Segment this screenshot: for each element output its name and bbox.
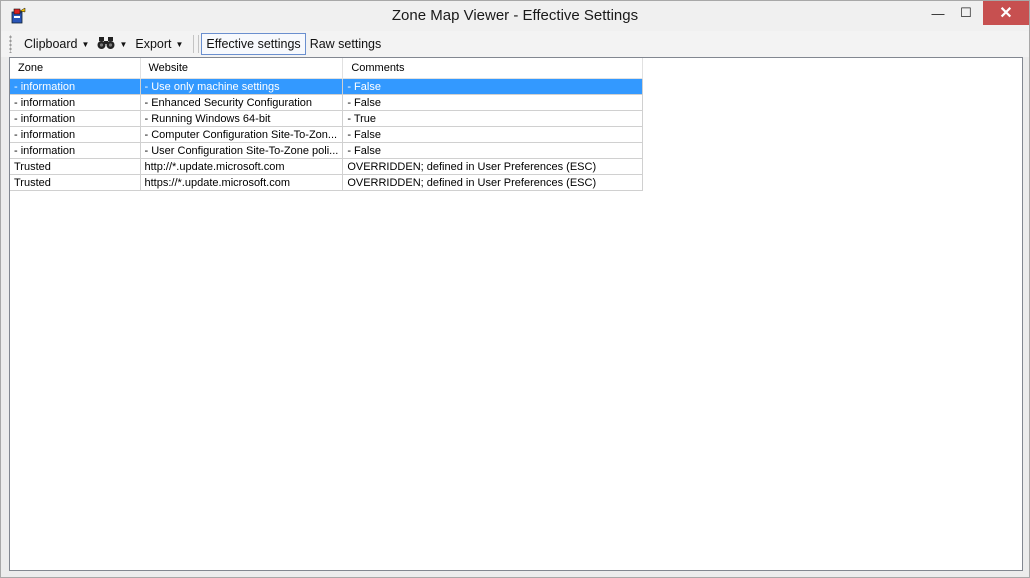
minimize-button[interactable]: — bbox=[923, 1, 953, 25]
table-row[interactable]: Trusted https://*.update.microsoft.com O… bbox=[10, 174, 644, 191]
export-dropdown-button[interactable]: Export ▼ bbox=[131, 34, 187, 54]
zone-cell: Trusted bbox=[10, 158, 141, 175]
table-row[interactable]: - information - Running Windows 64-bit -… bbox=[10, 110, 644, 127]
zone-cell: - information bbox=[10, 142, 141, 159]
table-row[interactable]: - information - Computer Configuration S… bbox=[10, 126, 644, 143]
toolbar: Clipboard ▼ ▼ Export ▼ Effective setting… bbox=[1, 31, 1029, 57]
toolbar-separator bbox=[198, 35, 200, 53]
settings-list-view[interactable]: Zone Website Comments - information - Us… bbox=[9, 57, 1023, 571]
comments-cell: - False bbox=[342, 126, 644, 143]
effective-settings-button[interactable]: Effective settings bbox=[201, 33, 306, 55]
zone-cell: - information bbox=[10, 78, 141, 95]
clipboard-label: Clipboard bbox=[24, 37, 78, 51]
column-header-zone[interactable]: Zone bbox=[10, 58, 141, 79]
comments-cell: - True bbox=[342, 110, 644, 127]
raw-settings-button[interactable]: Raw settings bbox=[306, 34, 386, 54]
zone-cell: - information bbox=[10, 110, 141, 127]
chevron-down-icon: ▼ bbox=[119, 39, 128, 49]
comments-cell: OVERRIDDEN; defined in User Preferences … bbox=[342, 174, 644, 191]
title-bar[interactable]: Zone Map Viewer - Effective Settings — ☐… bbox=[1, 1, 1029, 31]
zone-cell: - information bbox=[10, 126, 141, 143]
window-title: Zone Map Viewer - Effective Settings bbox=[391, 7, 639, 24]
comments-cell: - False bbox=[342, 142, 644, 159]
table-header-row: Zone Website Comments bbox=[10, 58, 644, 79]
find-dropdown-button[interactable]: ▼ bbox=[93, 34, 131, 54]
export-label: Export bbox=[135, 37, 172, 51]
close-button[interactable]: ✕ bbox=[983, 1, 1029, 25]
zone-cell: Trusted bbox=[10, 174, 141, 191]
chevron-down-icon: ▼ bbox=[81, 39, 90, 49]
table-row[interactable]: - information - Use only machine setting… bbox=[10, 78, 644, 95]
toolbar-grip[interactable] bbox=[9, 35, 12, 53]
zone-cell: - information bbox=[10, 94, 141, 111]
website-cell: - User Configuration Site-To-Zone poli..… bbox=[140, 142, 344, 159]
chevron-down-icon: ▼ bbox=[175, 39, 184, 49]
website-cell: - Running Windows 64-bit bbox=[140, 110, 344, 127]
settings-table: Zone Website Comments - information - Us… bbox=[10, 58, 644, 191]
website-cell: - Use only machine settings bbox=[140, 78, 344, 95]
maximize-button[interactable]: ☐ bbox=[951, 1, 981, 25]
website-cell: http://*.update.microsoft.com bbox=[140, 158, 344, 175]
toolbar-separator bbox=[193, 35, 195, 53]
website-cell: https://*.update.microsoft.com bbox=[140, 174, 344, 191]
comments-cell: OVERRIDDEN; defined in User Preferences … bbox=[342, 158, 644, 175]
comments-cell: - False bbox=[342, 78, 644, 95]
binoculars-icon bbox=[97, 36, 115, 53]
clipboard-dropdown-button[interactable]: Clipboard ▼ bbox=[20, 34, 93, 54]
comments-cell: - False bbox=[342, 94, 644, 111]
website-cell: - Computer Configuration Site-To-Zon... bbox=[140, 126, 344, 143]
column-header-website[interactable]: Website bbox=[140, 58, 344, 79]
table-row[interactable]: Trusted http://*.update.microsoft.com OV… bbox=[10, 158, 644, 175]
column-header-comments[interactable]: Comments bbox=[342, 58, 644, 79]
website-cell: - Enhanced Security Configuration bbox=[140, 94, 344, 111]
table-row[interactable]: - information - Enhanced Security Config… bbox=[10, 94, 644, 111]
table-row[interactable]: - information - User Configuration Site-… bbox=[10, 142, 644, 159]
app-window: Zone Map Viewer - Effective Settings — ☐… bbox=[0, 0, 1030, 578]
